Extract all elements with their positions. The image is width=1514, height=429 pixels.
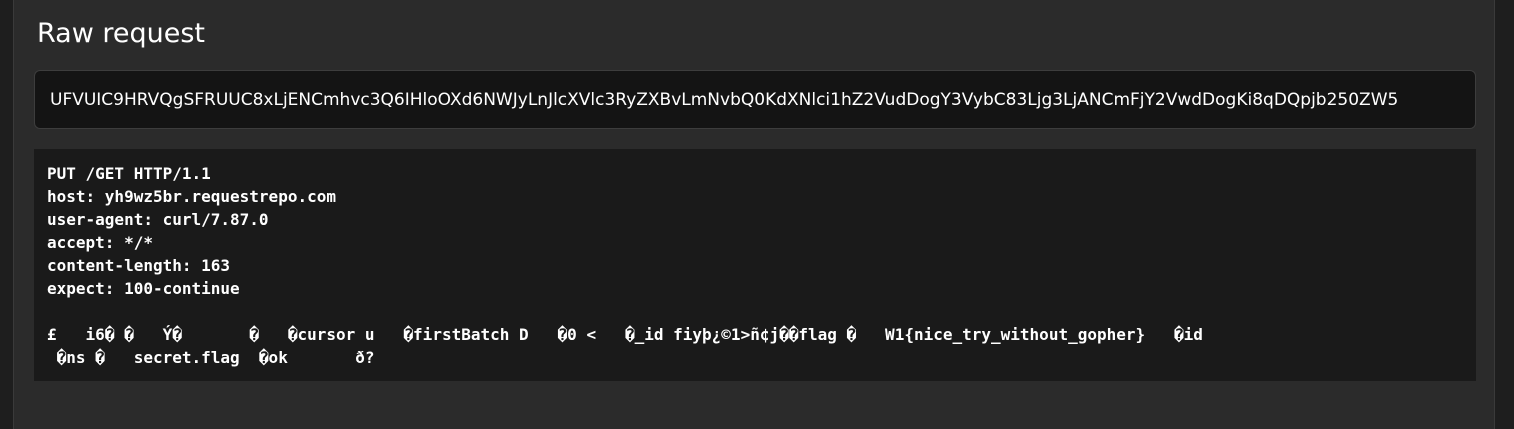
header-user-agent: user-agent: curl/7.87.0 bbox=[47, 210, 269, 229]
header-host: host: yh9wz5br.requestrepo.com bbox=[47, 187, 336, 206]
request-line: PUT /GET HTTP/1.1 bbox=[47, 164, 211, 183]
raw-request-body[interactable]: PUT /GET HTTP/1.1 host: yh9wz5br.requestr… bbox=[34, 149, 1476, 381]
header-expect: expect: 100-continue bbox=[47, 279, 240, 298]
section-title: Raw request bbox=[37, 18, 206, 49]
raw-request-panel: Raw request PUT /GET HTTP/1.1 host: yh9wz… bbox=[13, 0, 1495, 429]
raw-request-base64-field[interactable] bbox=[34, 70, 1476, 129]
body-line: £ i6� � Ý� � �cursor u �firstBatch D �0 … bbox=[47, 325, 1203, 344]
header-content-length: content-length: 163 bbox=[47, 256, 231, 275]
body-line: �ns � secret.flag �ok ð? bbox=[47, 348, 375, 367]
header-accept: accept: */* bbox=[47, 233, 153, 252]
